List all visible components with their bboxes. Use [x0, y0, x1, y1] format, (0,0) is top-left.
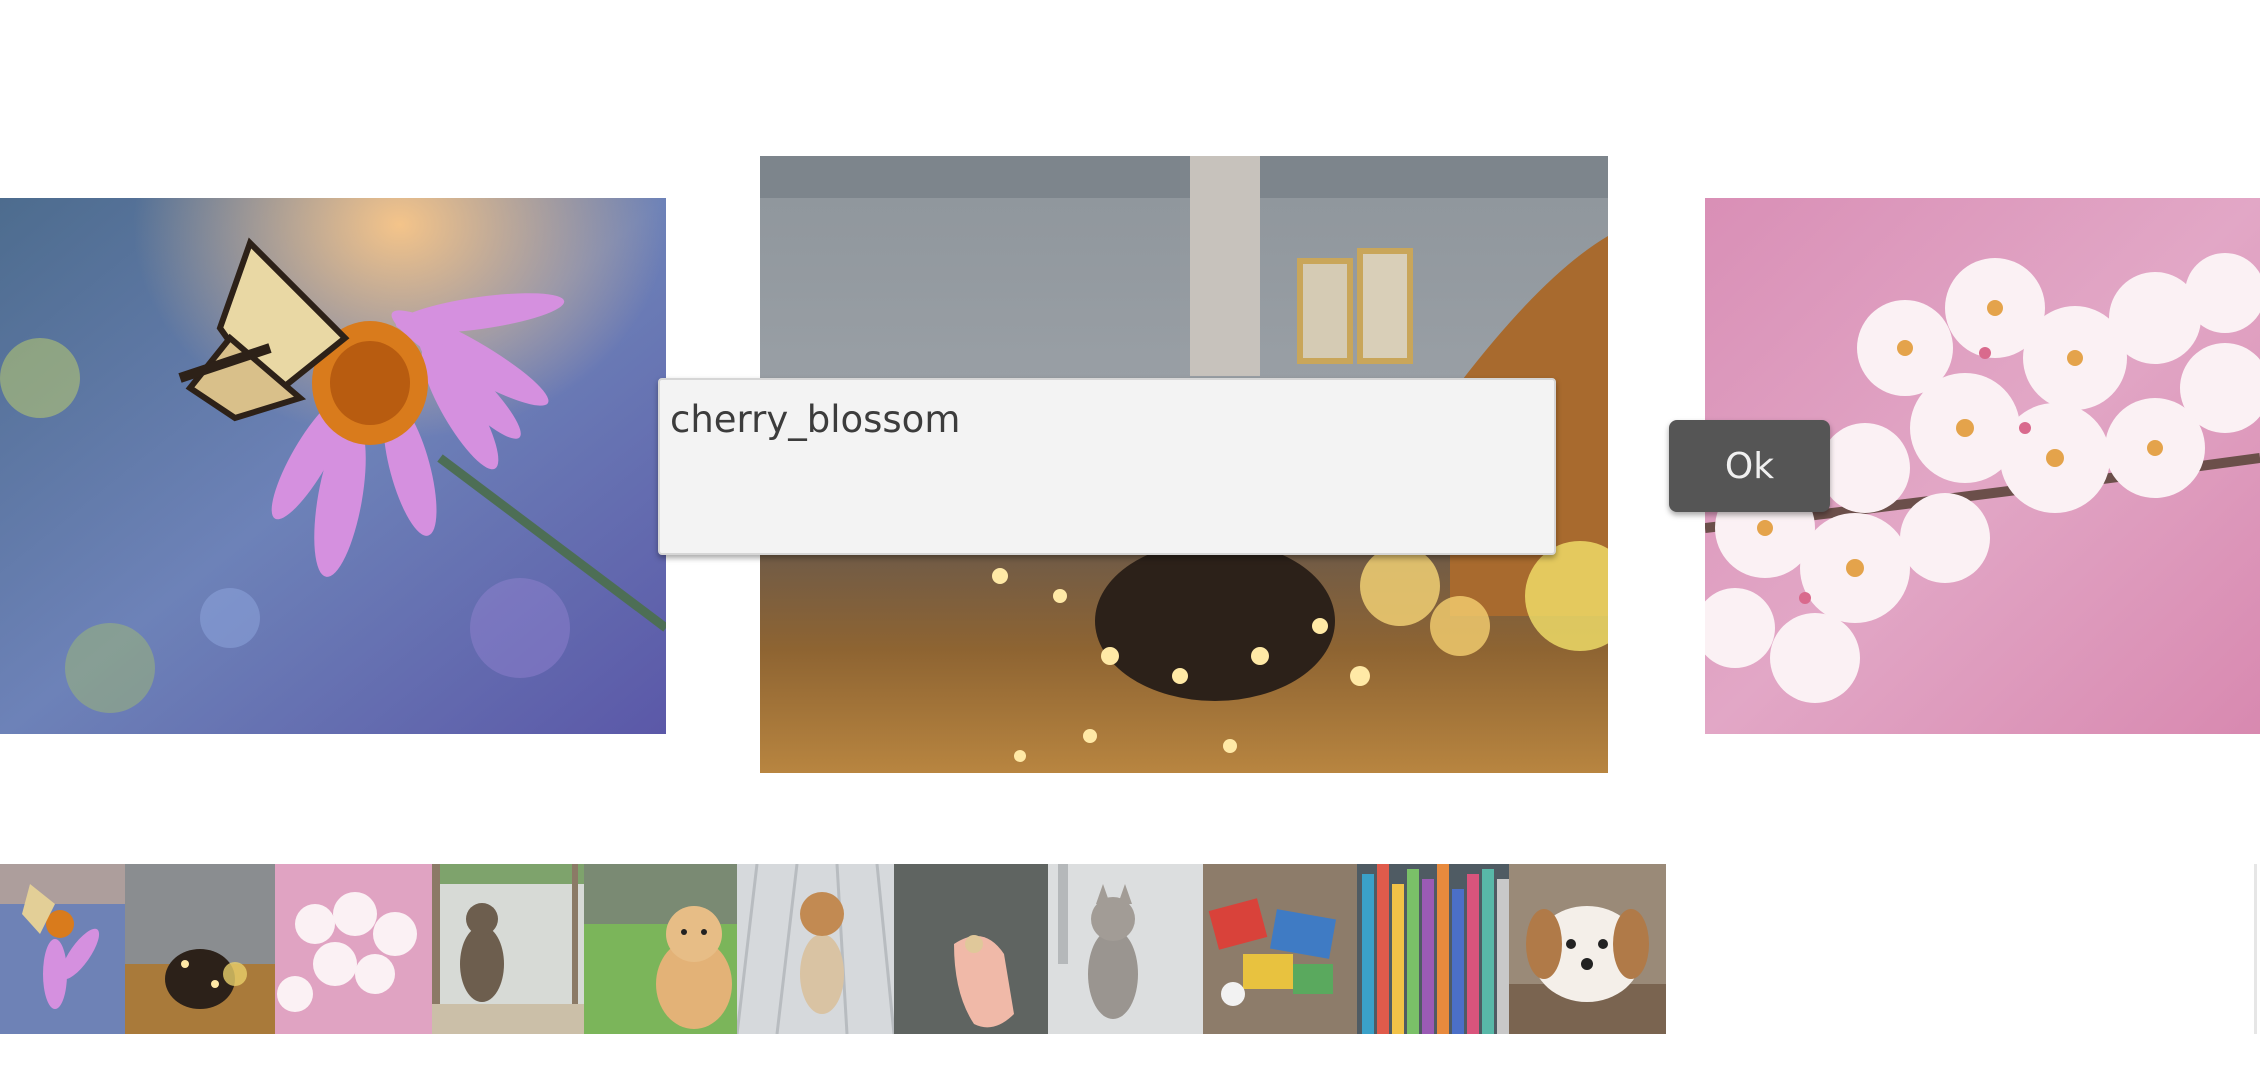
thumbnail-toys[interactable]: [1203, 864, 1357, 1034]
thumbnail-butterfly-flower[interactable]: [0, 864, 125, 1034]
hand-pill-thumbnail-icon: [894, 864, 1048, 1034]
thumbnail-strip: [0, 864, 1666, 1034]
thumbnail-tabby-kitten[interactable]: [1048, 864, 1203, 1034]
thumbnail-fairy-lights[interactable]: [125, 864, 275, 1034]
puppy-lying-thumbnail-icon: [1509, 864, 1666, 1034]
kitten-window-thumbnail-icon: [432, 864, 584, 1034]
thumbnail-colored-pencils[interactable]: [1357, 864, 1509, 1034]
thumbnail-puppy-lying[interactable]: [1509, 864, 1666, 1034]
fairy-lights-thumbnail-icon: [125, 864, 275, 1034]
thumbnail-puppy-deck[interactable]: [737, 864, 894, 1034]
ok-button[interactable]: Ok: [1669, 420, 1830, 512]
puppy-grass-thumbnail-icon: [584, 864, 737, 1034]
tabby-kitten-thumbnail-icon: [1048, 864, 1203, 1034]
colored-pencils-thumbnail-icon: [1357, 864, 1509, 1034]
thumbnail-puppy-grass[interactable]: [584, 864, 737, 1034]
name-input[interactable]: [670, 394, 1530, 444]
butterfly-flower-image: [0, 198, 666, 734]
strip-edge-divider: [2254, 864, 2257, 1034]
thumbnail-cherry-blossom[interactable]: [275, 864, 432, 1034]
name-dialog: [658, 378, 1556, 555]
puppy-deck-thumbnail-icon: [737, 864, 894, 1034]
butterfly-flower-thumbnail-icon: [0, 864, 125, 1034]
thumbnail-kitten-window[interactable]: [432, 864, 584, 1034]
slide-left-image[interactable]: [0, 198, 666, 734]
toys-thumbnail-icon: [1203, 864, 1357, 1034]
thumbnail-hand-pill[interactable]: [894, 864, 1048, 1034]
cherry-blossom-thumbnail-icon: [275, 864, 432, 1034]
